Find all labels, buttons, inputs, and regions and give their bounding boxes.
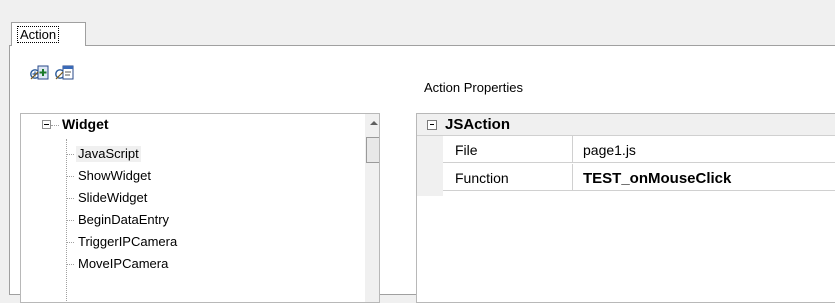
tab-action-label: Action: [17, 26, 60, 43]
property-row-file[interactable]: File page1.js: [443, 136, 835, 164]
tree-item-label: ShowWidget: [78, 168, 151, 183]
property-value-field[interactable]: TEST_onMouseClick: [573, 164, 835, 191]
tab-strip: [0, 0, 835, 45]
property-category-label: JSAction: [445, 116, 511, 133]
tree-item-label: TriggerIPCamera: [78, 234, 178, 249]
collapse-category-icon[interactable]: [427, 120, 437, 130]
tree-item-label: JavaScript: [76, 146, 141, 162]
tree-connector: [51, 125, 59, 126]
tab-action[interactable]: Action: [11, 22, 86, 46]
widget-action-tree[interactable]: Widget JavaScript ShowWidget SlideWidget…: [20, 113, 380, 303]
property-value-field[interactable]: page1.js: [573, 136, 835, 163]
scroll-up-arrow-icon[interactable]: [365, 114, 379, 131]
property-row-function[interactable]: Function TEST_onMouseClick: [443, 164, 835, 192]
tree-node-label: Widget: [62, 116, 109, 132]
property-name: Function: [443, 164, 573, 191]
tree-item-label: BeginDataEntry: [78, 212, 170, 227]
action-properties-heading: Action Properties: [424, 80, 523, 95]
add-action-icon[interactable]: [29, 64, 49, 82]
collapse-toggle-icon[interactable]: [42, 120, 51, 129]
property-name: File: [443, 136, 573, 163]
scrollbar-thumb[interactable]: [366, 137, 379, 163]
edit-action-icon[interactable]: [54, 64, 74, 82]
tree-connector: [66, 139, 67, 302]
tree-scrollbar[interactable]: [365, 114, 379, 302]
property-grid[interactable]: JSAction File page1.js Function TEST_onM…: [416, 113, 835, 303]
tree-item-label: MoveIPCamera: [78, 256, 169, 271]
tree-item-label: SlideWidget: [78, 190, 148, 205]
property-grid-gutter: [417, 136, 443, 196]
property-category-jsaction[interactable]: JSAction: [417, 114, 835, 136]
